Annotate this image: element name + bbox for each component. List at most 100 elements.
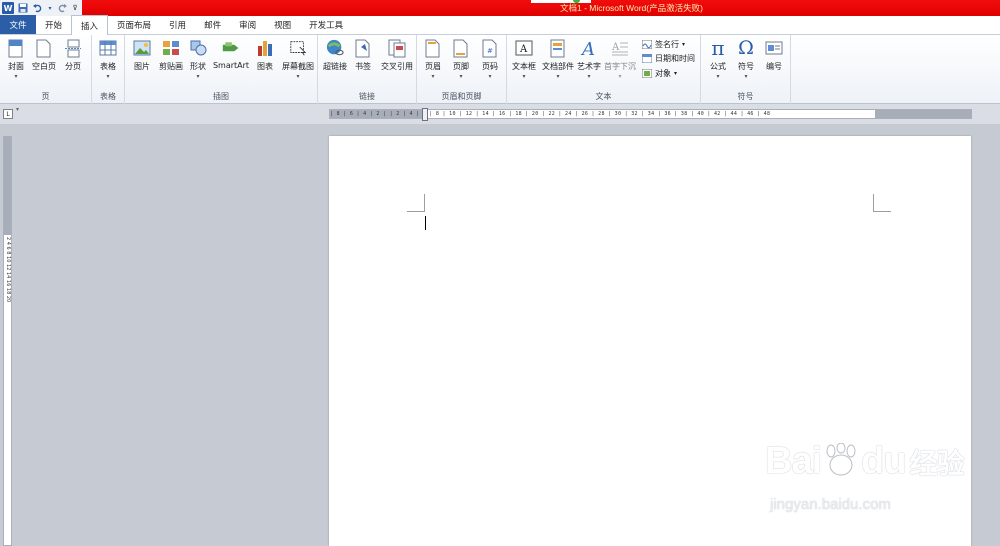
group-label-pages: 页 [41,92,50,101]
dropdown-arrow-icon: ▾ [556,73,560,80]
picture-button[interactable]: 图片 [127,38,157,72]
svg-text:#: # [487,47,493,55]
baidu-watermark: Bai du 经验 jingyan.baidu.com [765,440,965,513]
signature-line-icon [642,40,652,49]
text-cursor [425,216,426,230]
redo-icon[interactable] [56,2,68,14]
group-label-symbols: 符号 [737,92,754,101]
group-label-text: 文本 [595,92,612,101]
quick-parts-icon [549,38,567,58]
blank-page-icon [35,38,53,58]
table-icon [99,38,117,58]
dropdown-arrow-icon: ▾ [296,73,300,80]
group-illustrations: 图片 剪贴画 形状 ▾ SmartArt 图表 屏幕截图 ▾ 插图 [125,35,318,104]
smartart-button[interactable]: SmartArt [213,38,249,70]
quick-parts-button[interactable]: 文档部件 ▾ [540,38,576,80]
watermark-brand-2: du [861,440,906,482]
equation-button[interactable]: π 公式 ▾ [703,36,733,80]
vertical-ruler[interactable]: 2 4 6 8 10 12 14 16 18 20 [3,136,12,546]
svg-text:A: A [519,44,528,55]
top-margin-shade [4,137,11,235]
cover-page-button[interactable]: 封面 ▾ [1,38,31,80]
numbering-button[interactable]: 编号 [759,38,789,72]
tab-file[interactable]: 文件 [0,15,36,34]
tab-page-layout[interactable]: 页面布局 [108,15,160,34]
bookmark-button[interactable]: 书签 [348,38,378,72]
vertical-ruler-numbers: 2 4 6 8 10 12 14 16 18 20 [5,237,11,303]
group-symbols: π 公式 ▾ Ω 符号 ▾ 编号 符号 [701,35,791,104]
group-label-illustrations: 插图 [213,92,229,101]
undo-icon[interactable] [32,2,44,14]
dropdown-arrow-icon: ▾ [674,70,678,77]
group-tables: 表格 ▾ 表格 [92,35,125,104]
text-box-button[interactable]: A 文本框 ▾ [509,38,539,80]
cross-reference-icon [388,38,406,58]
omega-icon: Ω [738,37,754,59]
footer-button[interactable]: 页脚 ▾ [446,38,476,80]
object-button[interactable]: 对象 ▾ [642,68,677,79]
wordart-button[interactable]: A 艺术字 ▾ [574,38,604,80]
tab-review[interactable]: 审阅 [230,15,265,34]
tab-developer[interactable]: 开发工具 [300,15,352,34]
picture-icon [133,38,151,58]
group-label-header-footer: 页眉和页脚 [441,92,482,101]
calendar-icon [642,54,652,63]
page-number-icon: # [481,38,499,58]
smartart-icon [222,38,240,58]
paw-icon [821,442,861,477]
chart-button[interactable]: 图表 [250,38,280,72]
drop-cap-icon: A [611,38,629,58]
clip-art-button[interactable]: 剪贴画 [156,38,186,72]
tab-home[interactable]: 开始 [36,15,71,34]
group-label-links: 链接 [359,92,375,101]
tab-insert[interactable]: 插入 [71,15,109,35]
customize-qat-icon[interactable]: ⊽ [71,2,79,14]
cover-page-icon [7,38,25,58]
ribbon-tabs: 文件 开始 插入 页面布局 引用 邮件 审阅 视图 开发工具 [0,15,1000,35]
shapes-icon [189,38,207,58]
word-app-icon[interactable]: W [2,2,14,14]
crop-mark-top-right [873,194,891,212]
indent-marker[interactable] [422,108,428,121]
group-header-footer: 页眉 ▾ 页脚 ▾ # 页码 ▾ 页眉和页脚 [417,35,507,104]
watermark-cn: 经验 [909,448,965,479]
tab-references[interactable]: 引用 [160,15,195,34]
ribbon-collapse-icon[interactable]: ▾ [16,106,19,113]
signature-line-button[interactable]: 签名行 ▾ [642,39,685,50]
dropdown-arrow-icon: ▾ [459,73,463,80]
svg-text:A: A [611,42,620,53]
quick-access-toolbar: W ▾ ⊽ [0,0,82,16]
group-label-tables: 表格 [100,92,116,101]
document-page[interactable] [329,136,971,546]
bookmark-icon [354,38,372,58]
clip-art-icon [162,38,180,58]
save-icon[interactable] [17,2,29,14]
page-break-button[interactable]: 分页 [58,38,88,72]
undo-dropdown-icon[interactable]: ▾ [47,2,53,14]
cross-reference-button[interactable]: 交叉引用 [378,38,416,72]
dropdown-arrow-icon: ▾ [682,41,686,48]
dropdown-arrow-icon: ▾ [618,73,622,80]
window-title: 文档1 - Microsoft Word(产品激活失败) [560,3,703,13]
symbol-button[interactable]: Ω 符号 ▾ [731,37,761,80]
group-pages: 封面 ▾ 空白页 分页 页 [0,35,92,104]
dropdown-arrow-icon: ▾ [106,73,110,80]
page-number-button[interactable]: # 页码 ▾ [475,38,505,80]
tab-view[interactable]: 视图 [265,15,300,34]
screenshot-button[interactable]: 屏幕截图 ▾ [280,38,316,80]
title-bar: 文档1 - Microsoft Word(产品激活失败) [0,0,1000,16]
footer-icon [452,38,470,58]
text-box-icon: A [515,38,533,58]
numbering-icon [765,38,783,58]
tab-selector[interactable]: L [3,109,13,119]
hyperlink-button[interactable]: 超链接 [320,38,350,72]
header-button[interactable]: 页眉 ▾ [418,38,448,80]
date-time-button[interactable]: 日期和时间 [642,53,695,64]
table-button[interactable]: 表格 ▾ [93,38,123,80]
drop-cap-button[interactable]: A 首字下沉 ▾ [602,38,638,80]
tab-mailings[interactable]: 邮件 [195,15,230,34]
dropdown-arrow-icon: ▾ [488,73,492,80]
blank-page-button[interactable]: 空白页 [29,38,59,72]
dropdown-arrow-icon: ▾ [431,73,435,80]
shapes-button[interactable]: 形状 ▾ [183,38,213,80]
